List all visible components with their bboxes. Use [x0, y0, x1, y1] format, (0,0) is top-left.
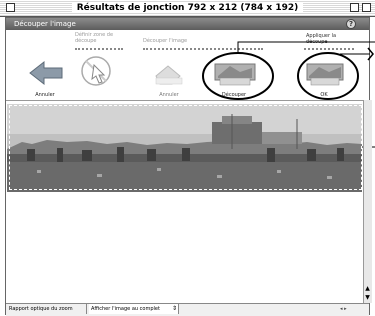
scroll-up-arrow-icon[interactable]: ▲	[364, 285, 371, 293]
vertical-scrollbar[interactable]	[363, 100, 372, 303]
zoom-ratio-label: Rapport optique du zoom	[7, 304, 87, 314]
image-canvas-empty	[6, 193, 363, 303]
select-arrows-icon[interactable]: ⇕	[172, 304, 177, 314]
crop-selection-marquee[interactable]	[9, 105, 362, 190]
scroll-down-arrow-icon[interactable]: ▼	[364, 294, 371, 302]
display-mode-select[interactable]: Afficher l'image au complet	[89, 304, 179, 314]
horizontal-scroll-arrows-icon[interactable]: ◂ ▸	[340, 304, 370, 314]
